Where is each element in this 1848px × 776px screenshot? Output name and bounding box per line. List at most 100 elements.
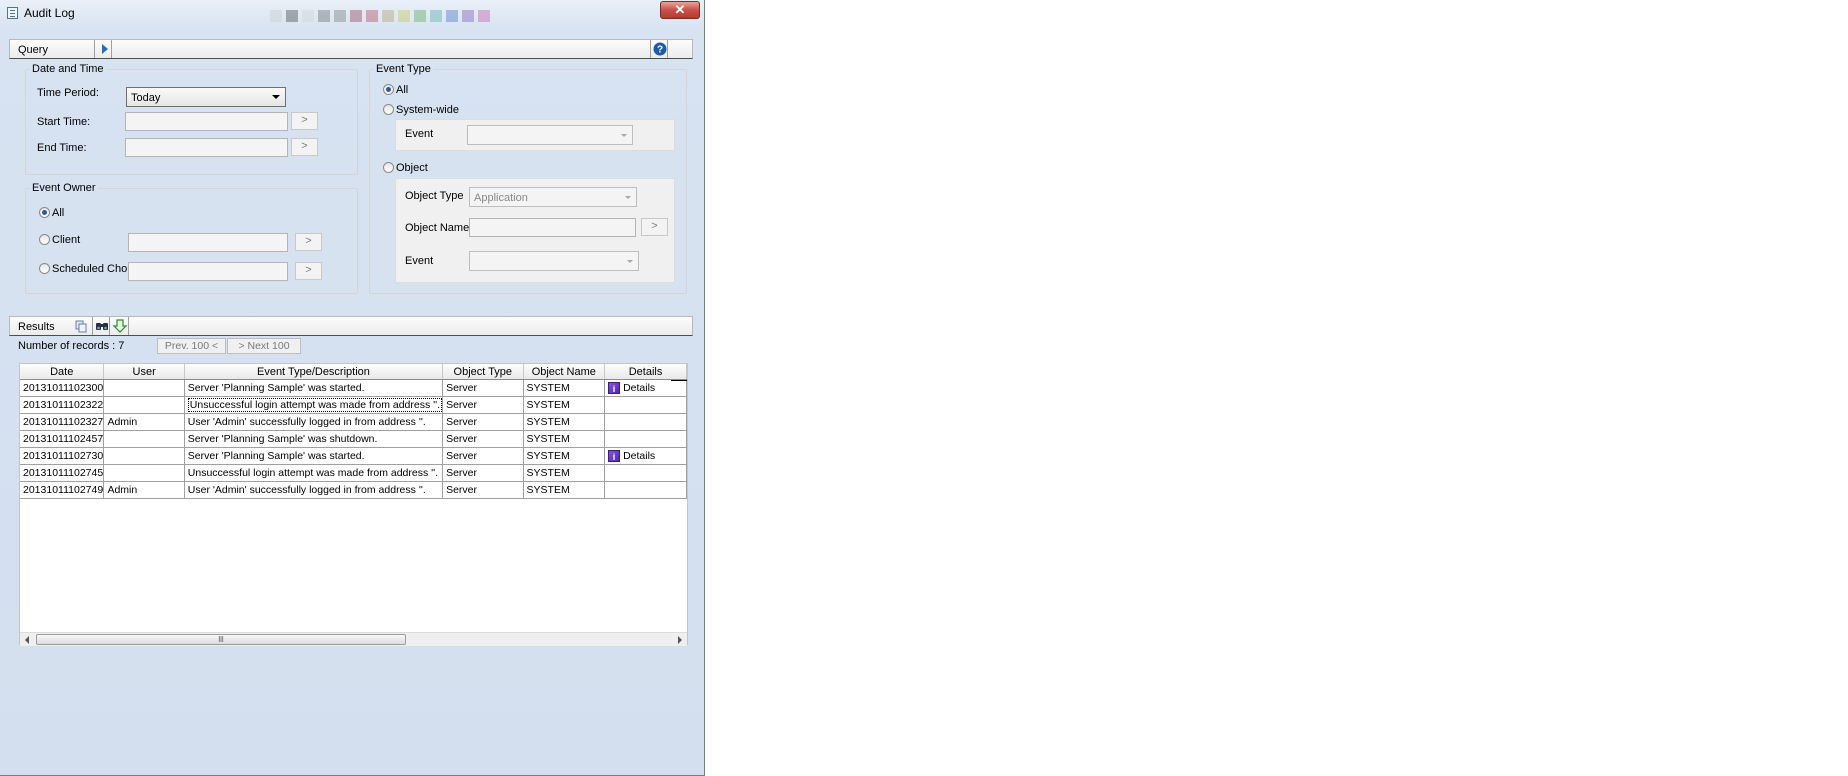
cell-object-type[interactable]: Server: [442, 430, 524, 448]
cell-object-name[interactable]: SYSTEM: [523, 430, 606, 448]
cell-date[interactable]: 20131011102745: [20, 464, 105, 482]
cell-details[interactable]: [604, 464, 687, 482]
event-type-all-radio[interactable]: [383, 84, 394, 95]
close-button[interactable]: ✕: [660, 1, 700, 19]
next-100-button[interactable]: > Next 100: [227, 338, 301, 354]
object-type-value: Application: [474, 192, 528, 204]
info-icon[interactable]: i: [608, 382, 621, 395]
cell-details[interactable]: [604, 396, 687, 414]
system-event-dropdown[interactable]: [467, 125, 633, 145]
prev-100-button[interactable]: Prev. 100 <: [157, 338, 226, 354]
event-type-object-label: Object: [396, 162, 428, 174]
cell-text: Unsuccessful login attempt was made from…: [187, 467, 439, 479]
owner-scheduled-chore-radio[interactable]: [39, 263, 50, 274]
cell-details[interactable]: i Details: [604, 379, 687, 397]
client-picker-button[interactable]: >: [295, 233, 322, 251]
cell-details[interactable]: i Details: [604, 447, 687, 465]
table-row[interactable]: 20131011102457 Server 'Planning Sample' w…: [20, 430, 687, 448]
cell-user[interactable]: [103, 430, 185, 448]
event-type-system-wide-radio[interactable]: [383, 104, 394, 115]
query-extra-button[interactable]: [670, 40, 688, 58]
event-type-all-label: All: [396, 84, 409, 96]
table-row[interactable]: 20131011102745 Unsuccessful login attempt…: [20, 464, 687, 482]
cell-user[interactable]: [103, 464, 185, 482]
object-name-input[interactable]: [469, 218, 636, 237]
cell-object-name[interactable]: SYSTEM: [523, 379, 606, 397]
info-icon[interactable]: i: [608, 450, 621, 463]
object-type-dropdown[interactable]: Application: [469, 187, 637, 207]
cell-date[interactable]: 20131011102730: [20, 447, 105, 465]
cell-desc[interactable]: Server 'Planning Sample' was shutdown.: [184, 430, 444, 448]
cell-object-type[interactable]: Server: [442, 396, 524, 414]
cell-desc[interactable]: User 'Admin' successfully logged in from…: [184, 413, 444, 431]
cell-date[interactable]: 20131011102322: [20, 396, 105, 414]
cell-object-type[interactable]: Server: [442, 447, 524, 465]
column-header[interactable]: Object Name: [523, 364, 606, 380]
cell-object-name[interactable]: SYSTEM: [523, 481, 606, 499]
client-input[interactable]: [128, 233, 288, 252]
cell-text: SYSTEM: [526, 416, 570, 428]
cell-object-type[interactable]: Server: [442, 379, 524, 397]
column-header[interactable]: Object Type: [442, 364, 524, 380]
title-bar[interactable]: Audit Log ✕: [0, 0, 705, 26]
cell-user[interactable]: [103, 396, 185, 414]
cell-desc[interactable]: Server 'Planning Sample' was started.: [184, 379, 444, 397]
scroll-thumb[interactable]: lll: [36, 634, 406, 645]
cell-object-name[interactable]: SYSTEM: [523, 396, 606, 414]
object-name-picker-button[interactable]: >: [641, 218, 668, 236]
cell-text: Server: [446, 416, 478, 428]
cell-object-name[interactable]: SYSTEM: [523, 413, 606, 431]
table-row[interactable]: 20131011102749 Admin User 'Admin' successf…: [20, 481, 687, 499]
cell-desc[interactable]: User 'Admin' successfully logged in from…: [184, 481, 444, 499]
event-type-object-radio[interactable]: [383, 162, 394, 173]
time-period-dropdown[interactable]: Today: [126, 87, 286, 107]
cell-date[interactable]: 20131011102457: [20, 430, 105, 448]
cell-object-type[interactable]: Server: [442, 464, 524, 482]
cell-desc[interactable]: Unsuccessful login attempt was made from…: [184, 464, 444, 482]
column-header[interactable]: Details: [604, 364, 687, 380]
cell-desc[interactable]: Unsuccessful login attempt was made from…: [184, 396, 444, 414]
copy-button[interactable]: [72, 317, 90, 335]
cell-user[interactable]: [103, 447, 185, 465]
table-row[interactable]: 20131011102300 Server 'Planning Sample' w…: [20, 379, 687, 397]
cell-date[interactable]: 20131011102327: [20, 413, 105, 431]
end-time-input[interactable]: [125, 138, 288, 157]
end-time-picker-button[interactable]: >: [291, 138, 318, 156]
object-event-dropdown[interactable]: [469, 251, 639, 271]
table-row[interactable]: 20131011102322 Unsuccessful login attempt…: [20, 396, 687, 414]
column-header[interactable]: Event Type/Description: [184, 364, 444, 380]
horizontal-scrollbar[interactable]: lll: [20, 632, 687, 646]
owner-all-radio[interactable]: [39, 207, 50, 218]
cell-object-type[interactable]: Server: [442, 481, 524, 499]
owner-client-radio[interactable]: [39, 234, 50, 245]
cell-object-name[interactable]: SYSTEM: [523, 447, 606, 465]
cell-desc[interactable]: Server 'Planning Sample' was started.: [184, 447, 444, 465]
help-button[interactable]: ?: [650, 40, 668, 58]
cell-details[interactable]: [604, 430, 687, 448]
chevron-down-icon: [627, 260, 633, 263]
export-button[interactable]: [111, 317, 129, 335]
column-header[interactable]: User: [103, 364, 185, 380]
cell-details[interactable]: [604, 481, 687, 499]
table-row[interactable]: 20131011102730 Server 'Planning Sample' w…: [20, 447, 687, 465]
column-header[interactable]: Date: [20, 364, 105, 380]
scroll-right-icon[interactable]: [678, 636, 682, 644]
find-button[interactable]: [92, 317, 110, 335]
cell-user[interactable]: Admin: [103, 413, 185, 431]
scroll-left-icon[interactable]: [25, 636, 29, 644]
cell-user[interactable]: Admin: [103, 481, 185, 499]
scheduled-chore-picker-button[interactable]: >: [295, 262, 322, 280]
cell-details[interactable]: [604, 413, 687, 431]
cell-date[interactable]: 20131011102300: [20, 379, 105, 397]
cell-object-type[interactable]: Server: [442, 413, 524, 431]
cell-text: SYSTEM: [526, 467, 570, 479]
cell-object-name[interactable]: SYSTEM: [523, 464, 606, 482]
cell-date[interactable]: 20131011102749: [20, 481, 105, 499]
table-row[interactable]: 20131011102327 Admin User 'Admin' successf…: [20, 413, 687, 431]
cell-user[interactable]: [103, 379, 185, 397]
cell-text: Server 'Planning Sample' was started.: [187, 450, 365, 462]
start-time-input[interactable]: [125, 112, 288, 131]
expand-query-button[interactable]: [94, 40, 112, 58]
start-time-picker-button[interactable]: >: [291, 112, 318, 130]
scheduled-chore-input[interactable]: [128, 262, 288, 281]
